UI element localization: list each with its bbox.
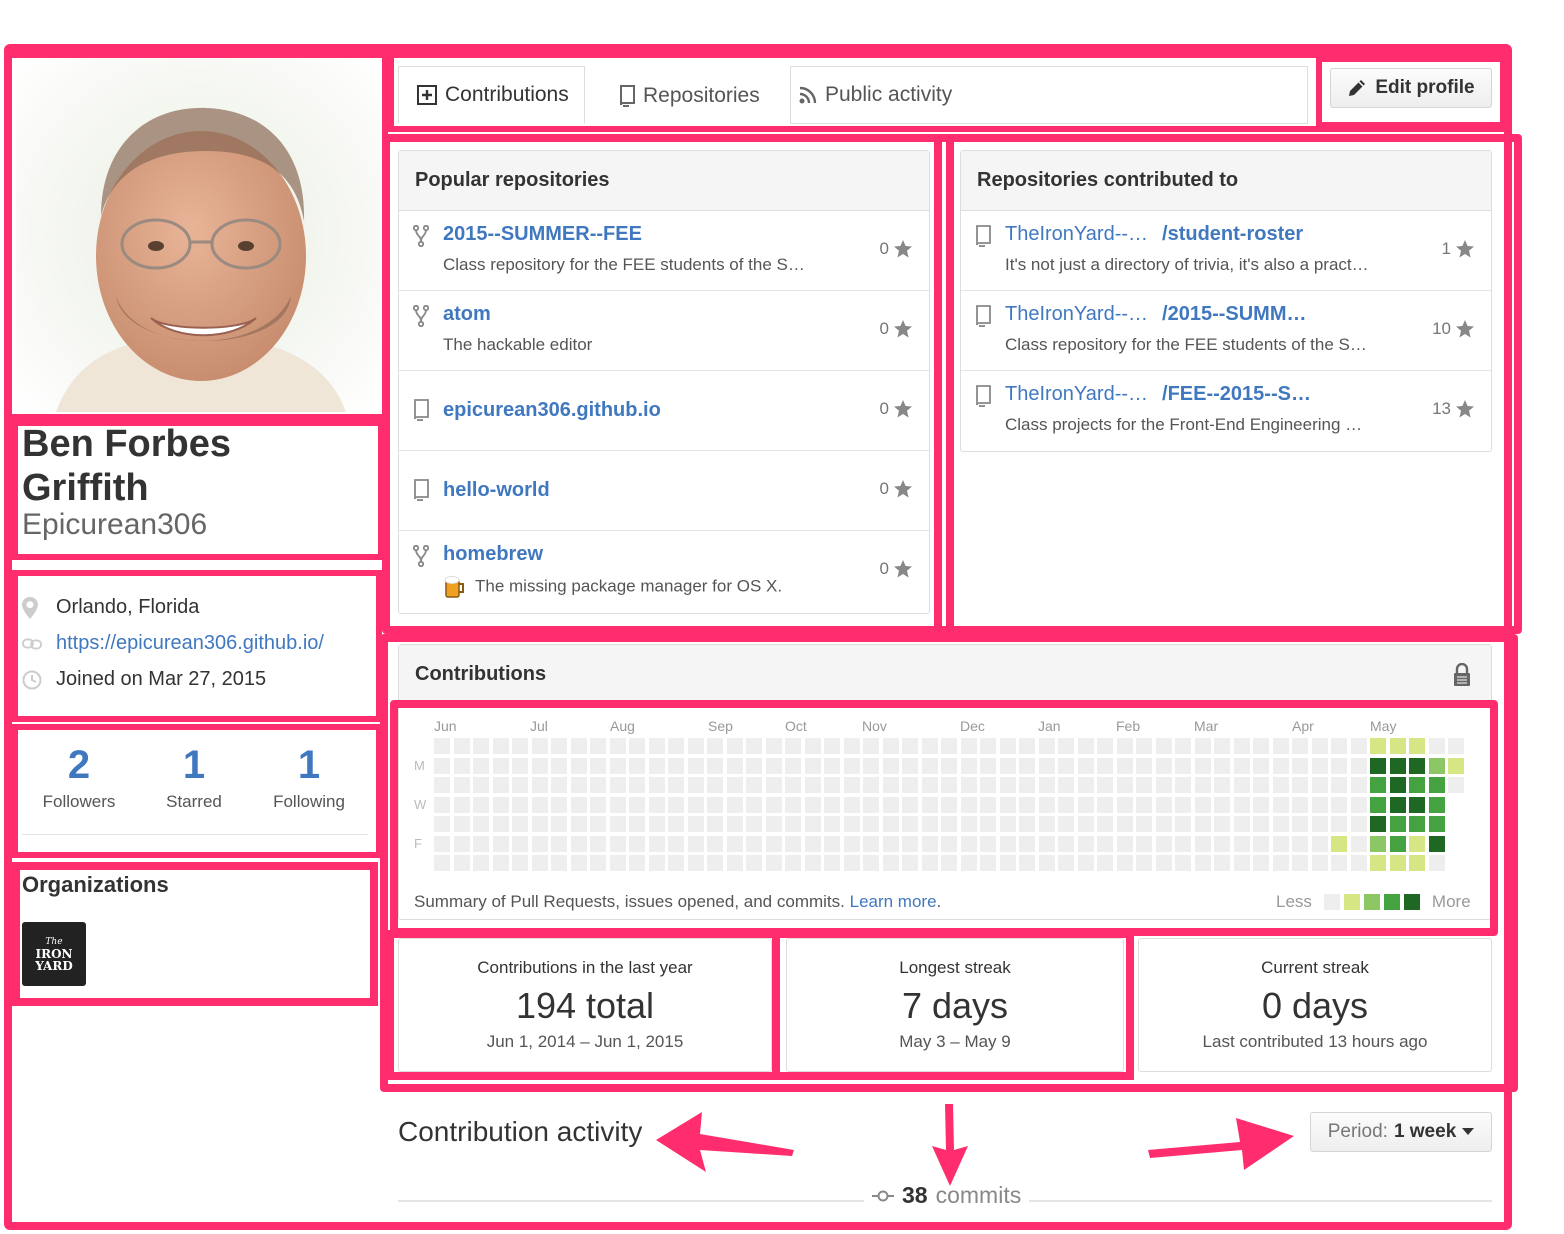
arrow-right-icon bbox=[1148, 1118, 1294, 1170]
annotation-arrows bbox=[656, 1104, 1294, 1186]
arrow-down-icon bbox=[932, 1104, 968, 1186]
arrow-left-icon bbox=[656, 1112, 794, 1172]
